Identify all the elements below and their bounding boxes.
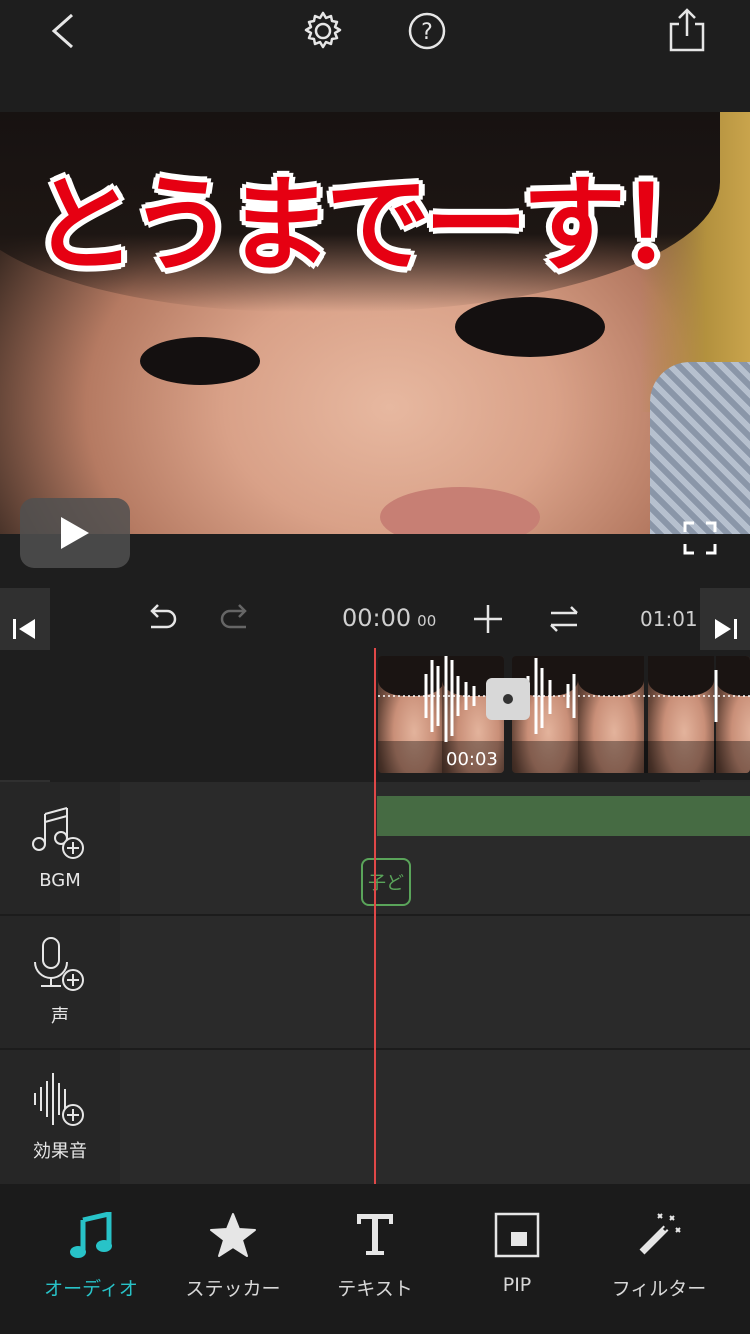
left-eye [140,337,260,385]
tab-audio[interactable]: オーディオ [16,1212,166,1301]
music-note-add-icon [32,806,84,859]
track-label-sfx: 効果音 [33,1141,87,1162]
fullscreen-icon [683,521,717,555]
bgm-audio-clip[interactable] [377,796,750,836]
tab-label-pip: PIP [502,1274,532,1296]
skip-start-icon [13,619,35,639]
waveform-add-icon [34,1073,84,1126]
undo-button[interactable] [145,602,179,634]
voice-track-button[interactable]: 声 [0,916,120,1048]
sound-effect-track-area[interactable] [120,1050,750,1184]
share-button[interactable] [662,6,712,56]
redo-button[interactable] [218,602,252,634]
help-button[interactable]: ? [402,7,452,55]
skip-end-icon [715,619,737,639]
sound-effect-track-button[interactable]: 効果音 [0,1050,120,1184]
voice-track-area[interactable] [120,916,750,1048]
text-icon [357,1214,393,1255]
music-icon [70,1212,112,1258]
plus-icon [474,605,502,633]
bgm-marker[interactable]: 子ど [361,858,411,906]
swap-arrows-icon [550,606,578,632]
gear-icon [304,11,342,49]
current-frames: 00 [417,612,437,630]
redo-icon [220,604,247,629]
tab-label-sticker: ステッカー [185,1278,281,1300]
svg-text:?: ? [421,20,433,45]
track-label-bgm: BGM [39,869,81,891]
current-time: 00:00 [342,604,412,632]
mouth-shape [380,487,540,534]
microphone-add-icon [34,937,84,991]
swap-button[interactable] [547,604,581,634]
tab-label-text: テキスト [337,1278,413,1300]
play-icon [61,517,89,549]
tab-pip[interactable]: PIP [442,1212,592,1296]
tab-filter[interactable]: フィルター [584,1212,734,1301]
play-button[interactable] [20,498,130,568]
right-eye [455,297,605,357]
undo-icon [150,604,177,629]
transition-dot [503,694,513,704]
magic-wand-icon [639,1213,681,1255]
back-button[interactable] [38,8,88,54]
settings-button[interactable] [298,7,348,55]
current-timecode: 00:00 00 [342,604,436,632]
chevron-left-icon [51,13,73,49]
track-label-voice: 声 [51,1006,69,1027]
star-icon [210,1213,256,1257]
fullscreen-button[interactable] [670,508,730,568]
clip-duration-label: 00:03 [446,749,498,770]
bgm-track-button[interactable]: BGM [0,782,120,914]
tab-label-audio: オーディオ [44,1278,138,1300]
audio-waveform [378,656,750,742]
tab-label-filter: フィルター [611,1278,707,1300]
transition-button[interactable] [486,678,530,720]
tab-sticker[interactable]: ステッカー [158,1212,308,1301]
video-caption-text[interactable]: とうまでーす！ [0,140,750,291]
total-duration: 01:01 [640,607,698,631]
share-icon [669,8,705,52]
playhead[interactable] [374,648,376,1184]
add-clip-button[interactable] [471,602,505,636]
question-circle-icon: ? [408,12,446,50]
top-toolbar: ? [0,0,750,112]
pip-icon [494,1212,540,1258]
tab-text[interactable]: テキスト [300,1212,450,1301]
